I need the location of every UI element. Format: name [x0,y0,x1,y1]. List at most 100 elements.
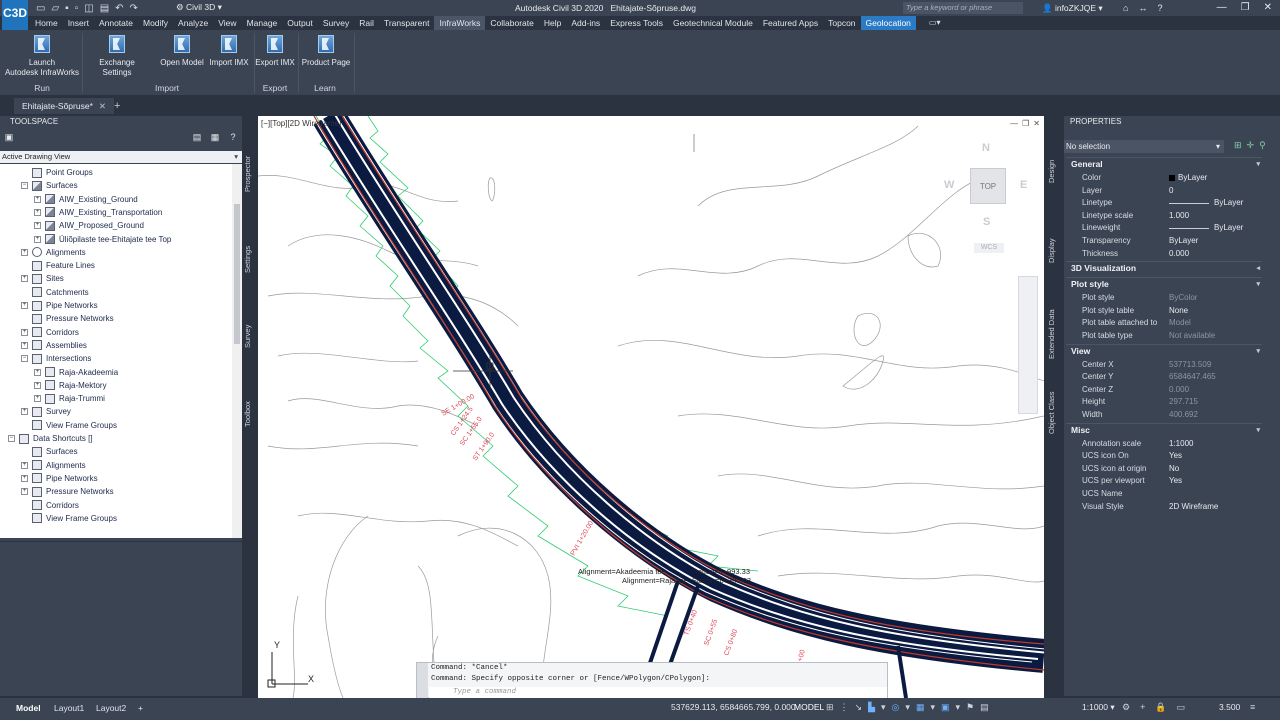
2d-osnap-icon[interactable]: ▦ [916,702,925,713]
connect-icon[interactable]: ↔ [1138,0,1147,16]
command-input[interactable]: Type a command [429,687,887,698]
osnap-icon[interactable]: ◎ [892,702,900,713]
tree-item[interactable]: + Sites [21,272,64,285]
import-imx-button[interactable]: Import IMX [206,33,252,68]
tree-item[interactable]: View Frame Groups [21,512,117,525]
expand-icon[interactable]: + [21,275,28,283]
expand-icon[interactable]: ◂ [1256,262,1260,275]
tab-insert[interactable]: Insert [63,16,94,30]
tab-manage[interactable]: Manage [242,16,283,30]
tab-collaborate[interactable]: Collaborate [485,16,538,30]
tree-item[interactable]: View Frame Groups [21,419,117,432]
toolspace-icon[interactable]: ▣ [4,132,14,142]
restore-icon[interactable]: ❐ [1022,119,1029,128]
property-row[interactable]: Plot style ByColor [1066,292,1262,305]
viewcube-west[interactable]: W [944,179,954,191]
tree-item[interactable]: + AIW_Existing_Transportation [34,206,162,219]
print-icon[interactable]: ▤ [100,3,109,14]
viewcube-south[interactable]: S [983,216,990,228]
redo-icon[interactable]: ↷ [130,3,138,14]
property-row[interactable]: Plot table type Not available [1066,330,1262,343]
property-row[interactable]: Plot style table None [1066,305,1262,318]
command-line-handle[interactable] [417,663,428,699]
expand-icon[interactable]: + [34,235,41,243]
expand-icon[interactable]: + [34,395,41,403]
select-objects-icon[interactable]: ✛ [1247,140,1255,151]
list-view-icon[interactable]: ▦ [210,132,220,142]
restore-icon[interactable]: ❐ [1241,0,1250,16]
infer-icon[interactable]: ↘ [855,702,863,713]
dynamic-ucs-icon[interactable]: ▤ [980,702,989,713]
help-icon[interactable]: ? [1157,0,1162,16]
selection-dropdown[interactable]: No selection ▾ [1064,140,1224,153]
viewcube[interactable]: TOP [970,168,1006,204]
expand-icon[interactable]: + [34,208,41,216]
tab-display[interactable]: Display [1047,236,1059,266]
3d-osnap-icon[interactable]: ⚑ [966,702,974,713]
property-row[interactable]: Transparency ByLayer [1066,235,1262,248]
launch-infraworks-button[interactable]: Launch Autodesk InfraWorks [2,33,82,78]
tree-item[interactable]: + Pressure Networks [21,485,114,498]
new-tab-button[interactable]: + [114,98,120,114]
tab-add-ins[interactable]: Add-ins [566,16,605,30]
saveas-icon[interactable]: ▫ [75,3,79,14]
section-general[interactable]: General ▾ [1066,157,1262,170]
collapse-icon[interactable]: ▾ [1256,424,1260,437]
lock-icon[interactable]: 🔒 [1155,702,1166,713]
tab-toolbox[interactable]: Toolbox [243,394,255,434]
tab-output[interactable]: Output [282,16,318,30]
product-page-button[interactable]: Product Page [300,33,352,68]
property-row[interactable]: Annotation scale 1:1000 [1066,438,1262,451]
property-row[interactable]: UCS Name [1066,488,1262,501]
collapse-icon[interactable]: ▾ [1256,278,1260,291]
property-row[interactable]: Center Z 0.000 [1066,384,1262,397]
expand-icon[interactable]: + [21,488,28,496]
tab-help[interactable]: Help [539,16,566,30]
tab-home[interactable]: Home [30,16,63,30]
open-model-button[interactable]: Open Model [158,33,206,68]
property-row[interactable]: Layer 0 [1066,185,1262,198]
navigation-bar[interactable] [1018,276,1038,414]
collapse-icon[interactable]: − [21,355,28,363]
tree-item[interactable]: + Pipe Networks [21,472,98,485]
expand-icon[interactable]: + [21,341,28,349]
open-icon[interactable]: ▱ [51,3,59,14]
tree-item[interactable]: Feature Lines [21,259,95,272]
expand-icon[interactable]: + [21,328,28,336]
tree-item[interactable]: + Raja-Akadeemia [34,366,118,379]
expand-icon[interactable]: + [21,408,28,416]
wcs-menu[interactable]: WCS [974,243,1004,253]
collapse-icon[interactable]: − [8,435,15,442]
property-row[interactable]: Center Y 6584647.465 [1066,371,1262,384]
minimize-icon[interactable]: — [1010,119,1018,128]
transparency-icon[interactable]: ▣ [941,702,950,713]
new-icon[interactable]: ▭ [36,3,45,14]
web-icon[interactable]: ◫ [84,3,93,14]
section-plot-style[interactable]: Plot style ▾ [1066,277,1262,291]
tree-item[interactable]: Corridors [21,499,79,512]
cart-icon[interactable]: ⌂ [1123,0,1128,16]
viewport-controls[interactable]: [−][Top][2D Wireframe] [261,119,341,128]
tab-featured-apps[interactable]: Featured Apps [758,16,823,30]
property-row[interactable]: Width 400.692 [1066,409,1262,422]
hardware-icon[interactable]: ▭ [1177,702,1186,713]
property-row[interactable]: Linetype scale 1.000 [1066,210,1262,223]
tree-view-icon[interactable]: ▤ [192,132,202,142]
tab-survey[interactable]: Survey [318,16,354,30]
tab-view[interactable]: View [213,16,241,30]
ribbon-options-icon[interactable]: ▭▾ [924,16,946,30]
close-icon[interactable]: ✕ [1264,0,1272,16]
expand-icon[interactable]: + [34,368,41,376]
tab-analyze[interactable]: Analyze [173,16,213,30]
close-tab-icon[interactable]: ✕ [99,101,106,111]
property-row[interactable]: Visual Style 2D Wireframe [1066,501,1262,514]
annotation-scale[interactable]: 1:1000 ▾ [1082,702,1115,713]
plus-icon[interactable]: + [1140,702,1145,713]
collapse-icon[interactable]: ▾ [1256,158,1260,171]
tab-transparent[interactable]: Transparent [379,16,435,30]
property-row[interactable]: UCS per viewport Yes [1066,475,1262,488]
property-row[interactable]: UCS icon at origin No [1066,463,1262,476]
tab-geolocation[interactable]: Geolocation [860,16,916,30]
export-imx-button[interactable]: Export IMX [254,33,296,68]
tab-survey[interactable]: Survey [243,316,255,356]
